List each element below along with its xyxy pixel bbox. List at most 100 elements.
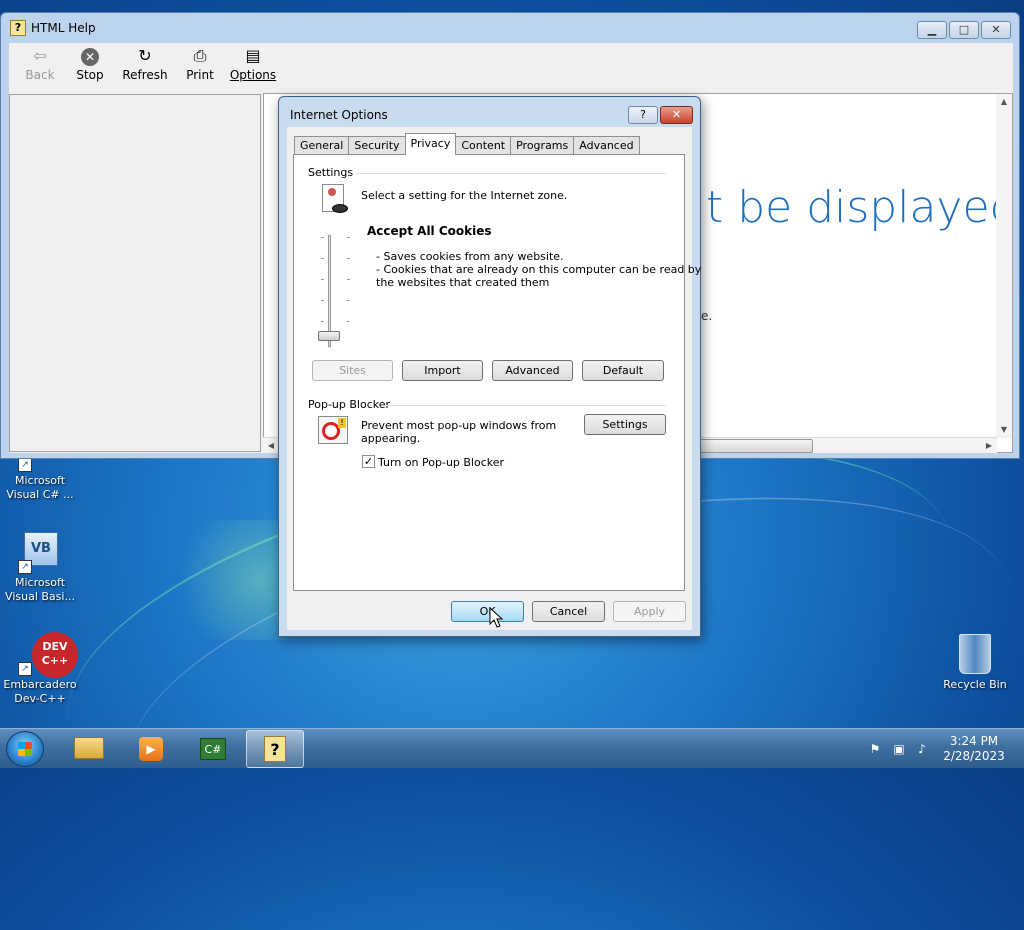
ok-button[interactable]: OK xyxy=(451,601,524,622)
action-center-icon[interactable]: ⚑ xyxy=(867,741,883,757)
sites-button[interactable]: Sites xyxy=(312,360,393,381)
advanced-button[interactable]: Advanced xyxy=(492,360,573,381)
tab-security[interactable]: Security xyxy=(348,136,406,155)
desktop-icon-visual-basic[interactable]: VB ↗ Microsoft Visual Basi... xyxy=(0,530,80,604)
popup-divider xyxy=(384,405,666,406)
popup-settings-button[interactable]: Settings xyxy=(584,414,666,435)
taskbar: ▶ C# ? ⚑ ▣ ♪ 3:24 PM 2/28/2023 xyxy=(0,728,1024,768)
cancel-button[interactable]: Cancel xyxy=(532,601,605,622)
shortcut-arrow-icon: ↗ xyxy=(18,662,32,676)
tab-advanced[interactable]: Advanced xyxy=(573,136,640,155)
privacy-slider-thumb[interactable] xyxy=(318,331,340,341)
visual-basic-icon: VB ↗ xyxy=(18,530,62,574)
horizontal-scroll-thumb[interactable] xyxy=(693,439,813,453)
dialog-client: General Security Privacy Content Program… xyxy=(287,127,701,630)
help-button[interactable]: ? xyxy=(628,106,658,124)
taskbar-explorer-button[interactable] xyxy=(60,730,118,768)
recycle-bin-icon xyxy=(953,632,997,676)
mouse-cursor-icon xyxy=(489,607,504,628)
csharp-icon: C# xyxy=(200,738,226,760)
help-icon: ? xyxy=(264,736,286,762)
vertical-scrollbar[interactable]: ▲ ▼ xyxy=(996,94,1012,438)
stop-button[interactable]: ✕ Stop xyxy=(67,43,113,82)
popup-text-line2: appearing. xyxy=(361,432,421,445)
taskbar-media-player-button[interactable]: ▶ xyxy=(122,730,180,768)
settings-group-label: Settings xyxy=(308,166,354,179)
help-app-icon: ? xyxy=(10,20,26,36)
tab-strip: General Security Privacy Content Program… xyxy=(294,133,640,155)
refresh-label: Refresh xyxy=(122,68,168,82)
options-button[interactable]: ▤ Options xyxy=(227,43,279,82)
apply-button[interactable]: Apply xyxy=(613,601,686,622)
shortcut-arrow-icon: ↗ xyxy=(18,560,32,574)
desktop-icon-label: Recycle Bin xyxy=(943,678,1007,691)
privacy-eye-icon xyxy=(320,184,350,216)
refresh-button[interactable]: ↻ Refresh xyxy=(117,43,173,82)
scroll-right-icon[interactable]: ▶ xyxy=(981,438,997,454)
scroll-left-icon[interactable]: ◀ xyxy=(263,438,279,454)
network-icon[interactable]: ▣ xyxy=(891,741,907,757)
import-button[interactable]: Import xyxy=(402,360,483,381)
stop-label: Stop xyxy=(76,68,104,82)
window-title: HTML Help xyxy=(31,21,96,35)
settings-divider xyxy=(356,173,666,174)
close-window-button[interactable]: ✕ xyxy=(981,21,1011,39)
desktop-icon-label-line2: Visual C# ... xyxy=(6,488,74,501)
default-button[interactable]: Default xyxy=(582,360,664,381)
back-arrow-icon: ⇦ xyxy=(33,46,47,65)
popup-blocker-icon: ! xyxy=(318,416,350,446)
popup-text-line1: Prevent most pop-up windows from xyxy=(361,419,557,432)
settings-instruction: Select a setting for the Internet zone. xyxy=(361,189,568,202)
print-label: Print xyxy=(186,68,214,82)
desktop-icon-label-line2: Visual Basi... xyxy=(5,590,75,603)
scroll-down-icon[interactable]: ▼ xyxy=(996,422,1012,438)
tab-programs[interactable]: Programs xyxy=(510,136,575,155)
desktop-icon-label-line2: Dev-C++ xyxy=(14,692,66,705)
back-button[interactable]: ⇦ Back xyxy=(17,43,63,82)
tab-content[interactable]: Content xyxy=(455,136,512,155)
clock-date: 2/28/2023 xyxy=(943,749,1005,763)
folder-icon xyxy=(74,737,104,759)
navigation-pane[interactable] xyxy=(9,94,261,452)
back-label: Back xyxy=(25,68,55,82)
title-bar[interactable]: ? HTML Help ▁ □ ✕ xyxy=(1,13,1019,41)
dev-cpp-badge: DEV C++ xyxy=(32,632,78,678)
tab-privacy[interactable]: Privacy xyxy=(404,133,457,155)
tab-general[interactable]: General xyxy=(294,136,350,155)
content-text: e. xyxy=(701,309,713,323)
volume-icon[interactable]: ♪ xyxy=(914,741,930,757)
popup-checkbox-label: Turn on Pop-up Blocker xyxy=(378,456,505,469)
system-clock[interactable]: 3:24 PM 2/28/2023 xyxy=(940,734,1008,764)
media-player-icon: ▶ xyxy=(139,737,163,761)
privacy-panel: Settings Select a setting for the Intern… xyxy=(293,154,701,591)
maximize-button[interactable]: □ xyxy=(949,21,979,39)
content-heading: t be displayed xyxy=(706,182,1013,233)
privacy-level-title: Accept All Cookies xyxy=(367,224,492,238)
shortcut-arrow-icon: ↗ xyxy=(18,458,32,472)
taskbar-html-help-button[interactable]: ? xyxy=(246,730,304,768)
minimize-button[interactable]: ▁ xyxy=(917,21,947,39)
dev-cpp-icon: DEV C++ ↗ xyxy=(18,632,78,678)
print-button[interactable]: ⎙ Print xyxy=(177,43,223,82)
privacy-desc-line2: - Cookies that are already on this compu… xyxy=(376,263,702,276)
printer-icon: ⎙ xyxy=(193,46,207,65)
desktop-icon-label-line1: Microsoft xyxy=(14,576,66,589)
close-dialog-button[interactable]: ✕ xyxy=(660,106,693,124)
privacy-desc-line3: the websites that created them xyxy=(376,276,550,289)
options-icon: ▤ xyxy=(245,46,261,65)
popup-group-label: Pop-up Blocker xyxy=(308,398,391,411)
desktop-icon-label-line1: Microsoft xyxy=(14,474,66,487)
taskbar-csharp-button[interactable]: C# xyxy=(184,730,242,768)
desktop-icon-dev-cpp[interactable]: DEV C++ ↗ Embarcadero Dev-C++ xyxy=(0,632,80,706)
desktop-icon-recycle-bin[interactable]: Recycle Bin xyxy=(935,632,1015,692)
desktop-icon-label-line1: Embarcadero xyxy=(3,678,77,691)
start-button[interactable] xyxy=(6,731,44,767)
scroll-up-icon[interactable]: ▲ xyxy=(996,94,1012,110)
privacy-desc-line1: - Saves cookies from any website. xyxy=(376,250,564,263)
dialog-title: Internet Options xyxy=(290,108,388,122)
options-label: Options xyxy=(229,68,277,82)
popup-blocker-checkbox[interactable]: ✓ xyxy=(362,455,375,468)
help-toolbar: ⇦ Back ✕ Stop ↻ Refresh ⎙ Print ▤ Option… xyxy=(9,43,1013,93)
refresh-icon: ↻ xyxy=(138,46,152,65)
internet-options-dialog: Internet Options ? ✕ General Security Pr… xyxy=(278,96,701,637)
